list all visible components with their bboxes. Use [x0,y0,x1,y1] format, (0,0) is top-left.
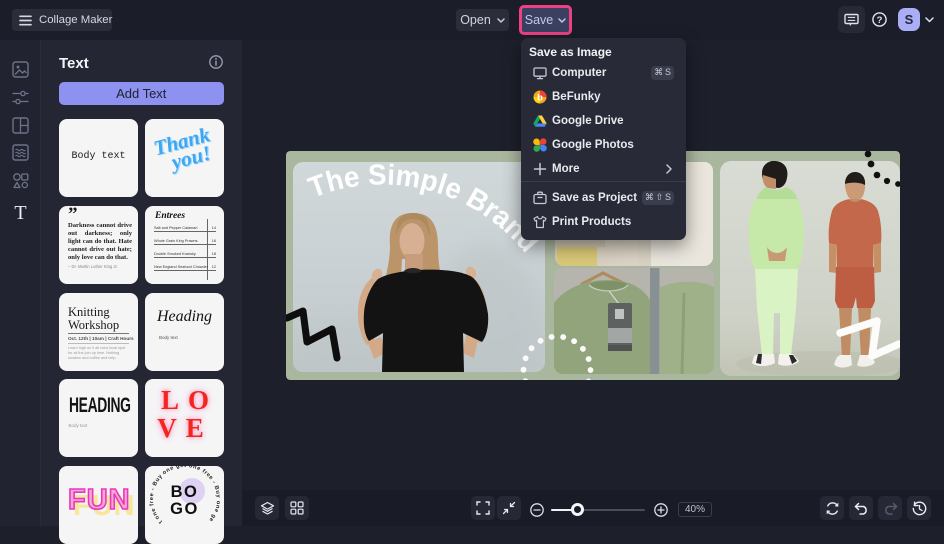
svg-text:?: ? [877,15,883,26]
svg-text:BO: BO [171,483,199,501]
svg-text:b: b [537,92,543,103]
svg-text:GO: GO [170,500,199,518]
